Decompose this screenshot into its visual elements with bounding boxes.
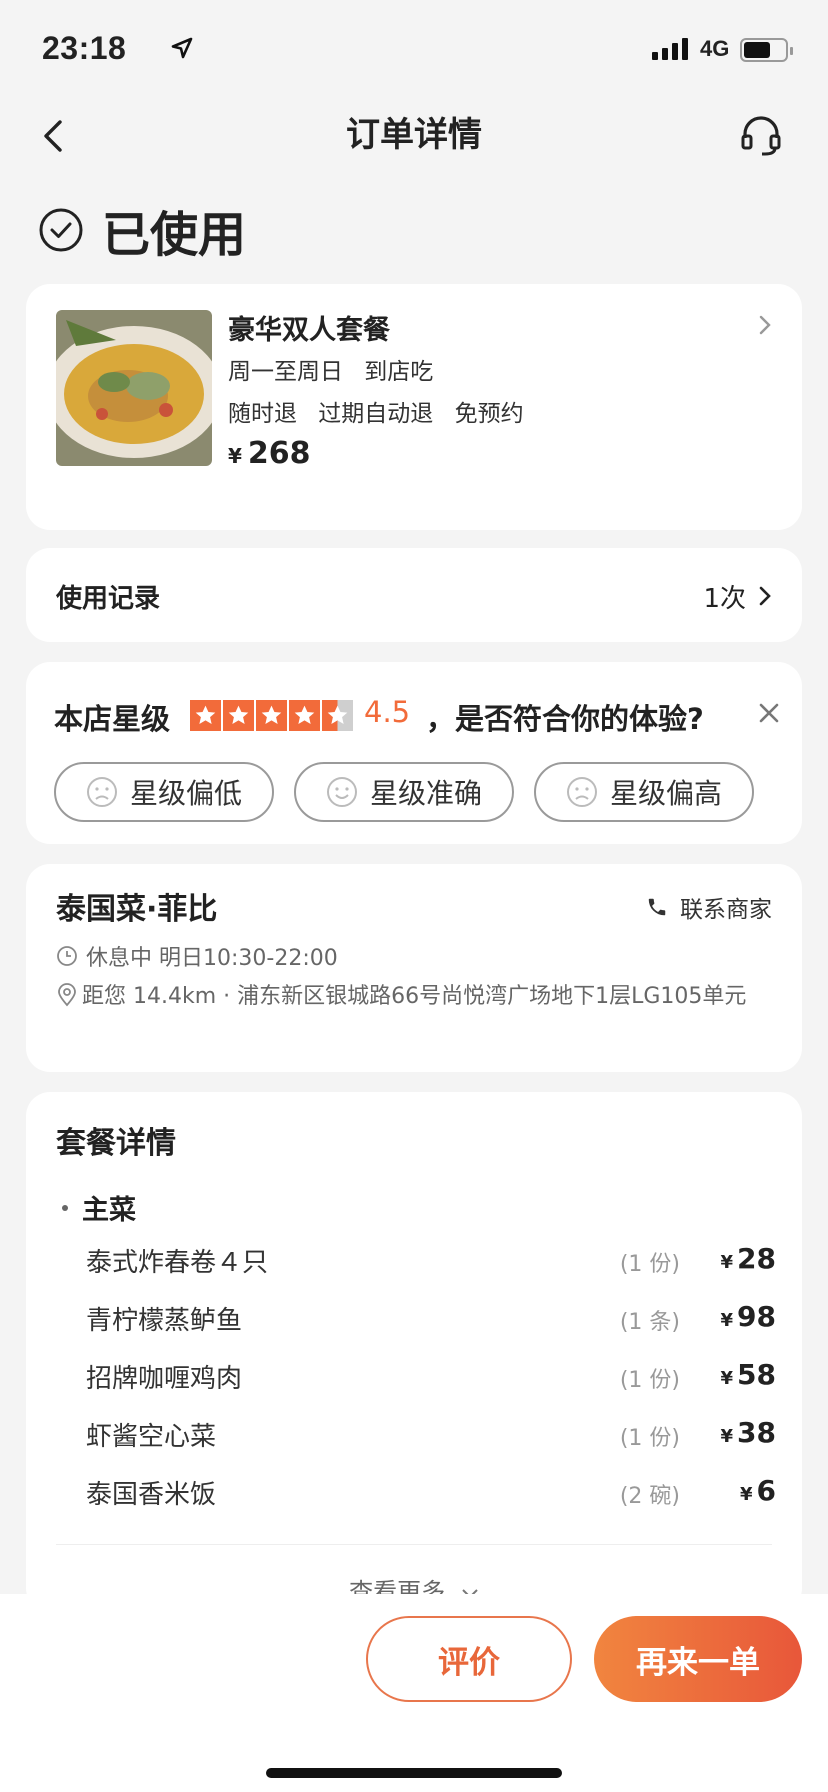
star-icon bbox=[190, 700, 221, 731]
location-arrow-icon bbox=[171, 37, 193, 59]
shop-card: 泰国菜·菲比 联系商家 休息中 明日10:30-22:00 距您 14.4km … bbox=[26, 864, 802, 1072]
rating-option-low[interactable]: 星级偏低 bbox=[54, 762, 274, 822]
page-title: 订单详情 bbox=[346, 115, 482, 155]
package-section-label: 主菜 bbox=[82, 1195, 136, 1226]
shop-hours: 休息中 明日10:30-22:00 bbox=[56, 940, 338, 972]
shop-address-text: 距您 14.4km · 浦东新区银城路66号尚悦湾广场地下1层LG105单元 bbox=[82, 984, 747, 1009]
item-qty: (1 份) bbox=[619, 1426, 680, 1451]
star-icon bbox=[289, 700, 320, 731]
headset-icon[interactable] bbox=[736, 110, 786, 160]
nav-bar: 订单详情 bbox=[0, 100, 828, 170]
product-schedule: 周一至周日 到店吃 bbox=[228, 359, 434, 385]
usage-record-row[interactable]: 使用记录 1次 bbox=[26, 548, 802, 642]
shop-hours-text: 休息中 明日10:30-22:00 bbox=[86, 946, 338, 971]
bottom-action-bar: 评价 再来一单 bbox=[0, 1594, 828, 1792]
item-name: 虾酱空心菜 bbox=[86, 1422, 217, 1452]
status-bar: 23:18 4G bbox=[0, 0, 828, 100]
item-price: ¥38 bbox=[720, 1416, 777, 1449]
item-price: ¥58 bbox=[720, 1358, 777, 1391]
order-status: 已使用 bbox=[38, 195, 246, 265]
star-icon bbox=[322, 700, 353, 731]
rating-option-high[interactable]: 星级偏高 bbox=[534, 762, 754, 822]
item-qty: (2 碗) bbox=[619, 1484, 680, 1509]
shop-name: 泰国菜·菲比 bbox=[56, 892, 218, 927]
chevron-right-icon bbox=[759, 586, 771, 606]
phone-icon bbox=[648, 898, 666, 916]
product-name: 豪华双人套餐 bbox=[228, 315, 390, 346]
package-item: 虾酱空心菜 (1 份) ¥38 bbox=[86, 1416, 776, 1456]
battery-icon bbox=[740, 38, 793, 62]
check-circle-icon bbox=[39, 208, 83, 252]
home-indicator bbox=[266, 1768, 562, 1778]
product-policies: 随时退 过期自动退 免预约 bbox=[228, 401, 524, 427]
signal-icon bbox=[652, 38, 688, 60]
sad-face-icon bbox=[566, 777, 597, 807]
shop-address[interactable]: 距您 14.4km · 浦东新区银城路66号尚悦湾广场地下1层LG105单元 bbox=[56, 980, 782, 1014]
star-icon bbox=[256, 700, 287, 731]
rating-option-accurate[interactable]: 星级准确 bbox=[294, 762, 514, 822]
star-icon bbox=[223, 700, 254, 731]
item-qty: (1 份) bbox=[619, 1252, 680, 1277]
close-icon[interactable] bbox=[758, 702, 780, 724]
item-qty: (1 份) bbox=[619, 1368, 680, 1393]
package-item: 泰国香米饭 (2 碗) ¥6 bbox=[86, 1474, 776, 1514]
package-item: 招牌咖喱鸡肉 (1 份) ¥58 bbox=[86, 1358, 776, 1398]
rating-feedback-card: 本店星级 4.5 ，是否符合你的体验? 星级偏低 星级准确 星级偏高 bbox=[26, 662, 802, 844]
contact-merchant-label: 联系商家 bbox=[680, 897, 772, 923]
product-image bbox=[56, 310, 212, 466]
star-rating bbox=[190, 700, 353, 731]
rating-score: 4.5 bbox=[364, 695, 411, 729]
item-price: ¥98 bbox=[720, 1300, 777, 1333]
rating-question: ，是否符合你的体验? bbox=[426, 702, 704, 736]
price-value: 268 bbox=[247, 436, 311, 471]
currency-symbol: ¥ bbox=[228, 444, 242, 468]
package-details-card: 套餐详情 主菜 泰式炸春卷４只 (1 份) ¥28 青柠檬蒸鲈鱼 (1 条) ¥… bbox=[26, 1092, 802, 1612]
item-name: 青柠檬蒸鲈鱼 bbox=[86, 1306, 243, 1336]
smile-face-icon bbox=[326, 777, 357, 807]
usage-record-label: 使用记录 bbox=[56, 584, 161, 614]
clock-icon bbox=[57, 946, 77, 966]
item-price: ¥6 bbox=[739, 1474, 776, 1507]
order-status-label: 已使用 bbox=[102, 207, 247, 263]
rating-option-label: 星级准确 bbox=[369, 777, 482, 810]
location-pin-icon bbox=[58, 983, 76, 1007]
reorder-button[interactable]: 再来一单 bbox=[594, 1616, 802, 1702]
chevron-right-icon bbox=[759, 315, 771, 335]
bullet-dot bbox=[62, 1204, 68, 1211]
product-card[interactable]: 豪华双人套餐 周一至周日 到店吃 随时退 过期自动退 免预约 ¥ 268 bbox=[26, 284, 802, 530]
divider bbox=[56, 1544, 772, 1545]
item-name: 招牌咖喱鸡肉 bbox=[86, 1364, 243, 1394]
package-item: 青柠檬蒸鲈鱼 (1 条) ¥98 bbox=[86, 1300, 776, 1340]
rating-options: 星级偏低 星级准确 星级偏高 bbox=[54, 762, 754, 822]
package-title: 套餐详情 bbox=[56, 1126, 176, 1161]
item-price: ¥28 bbox=[720, 1242, 777, 1275]
usage-record-count: 1次 bbox=[703, 584, 746, 614]
sad-face-icon bbox=[86, 777, 117, 807]
item-qty: (1 条) bbox=[619, 1310, 680, 1335]
network-type: 4G bbox=[700, 36, 730, 61]
review-button[interactable]: 评价 bbox=[366, 1616, 572, 1702]
rating-label: 本店星级 bbox=[54, 702, 171, 736]
contact-merchant-button[interactable]: 联系商家 bbox=[646, 890, 772, 924]
item-name: 泰式炸春卷４只 bbox=[86, 1248, 269, 1278]
product-price: ¥ 268 bbox=[228, 436, 311, 471]
rating-option-label: 星级偏低 bbox=[129, 777, 242, 810]
rating-option-label: 星级偏高 bbox=[609, 777, 722, 810]
package-section: 主菜 bbox=[62, 1188, 136, 1227]
package-item: 泰式炸春卷４只 (1 份) ¥28 bbox=[86, 1242, 776, 1282]
item-name: 泰国香米饭 bbox=[86, 1480, 217, 1510]
status-time: 23:18 bbox=[42, 30, 127, 66]
